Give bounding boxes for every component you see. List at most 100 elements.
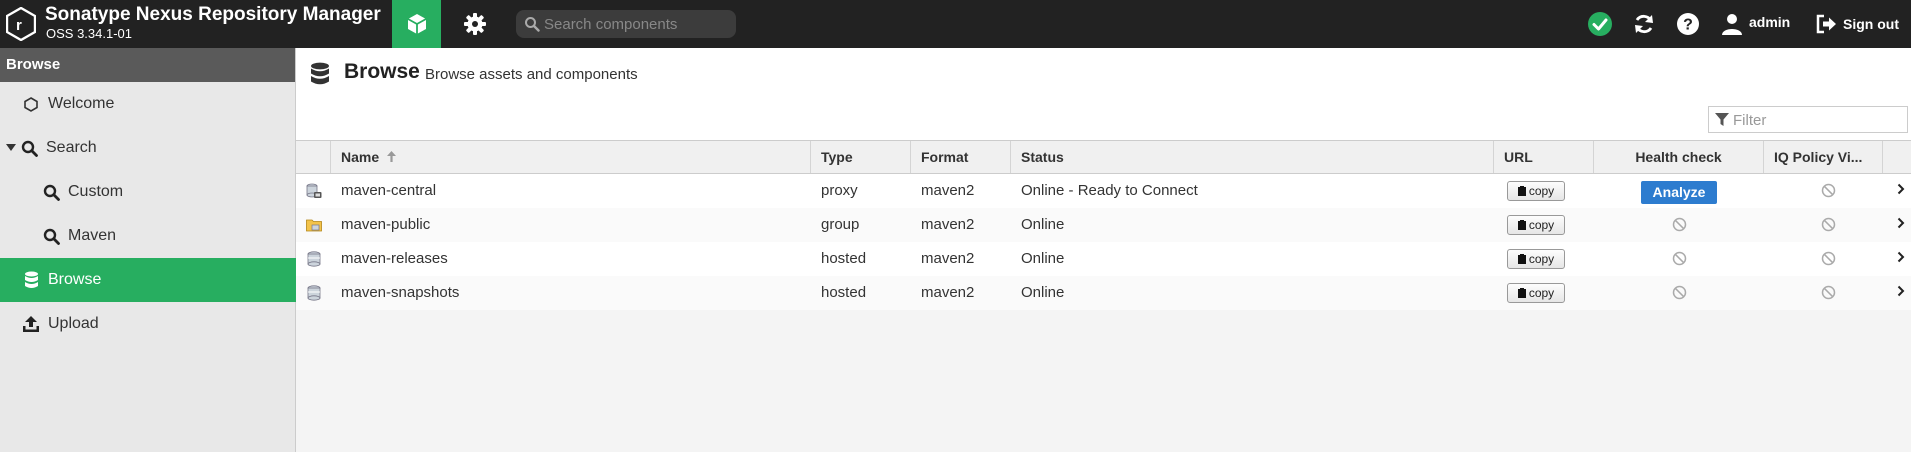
copy-url-button[interactable]: copy bbox=[1507, 249, 1565, 269]
repository-format: maven2 bbox=[921, 216, 975, 233]
copy-url-button[interactable]: copy bbox=[1507, 181, 1565, 201]
signout-button[interactable]: Sign out bbox=[1815, 10, 1899, 38]
table-row[interactable]: maven-public group maven2 Online copy bbox=[296, 208, 1911, 242]
not-available-icon bbox=[1821, 183, 1836, 198]
browse-mode-button[interactable] bbox=[392, 0, 441, 48]
sidebar-title: Browse bbox=[0, 48, 295, 82]
column-header-label: Health check bbox=[1635, 149, 1722, 165]
search-icon bbox=[20, 139, 38, 157]
help-button[interactable]: ? bbox=[1674, 10, 1702, 38]
column-header-label: Status bbox=[1021, 149, 1064, 165]
copy-label: copy bbox=[1528, 252, 1555, 266]
main-panel: Browse Browse assets and components Name… bbox=[296, 48, 1911, 452]
sidebar-item-label: Custom bbox=[68, 183, 124, 200]
filter-box[interactable] bbox=[1708, 106, 1908, 133]
refresh-icon bbox=[1635, 14, 1653, 34]
search-input[interactable] bbox=[544, 14, 728, 34]
repository-format: maven2 bbox=[921, 182, 975, 199]
not-available-icon bbox=[1672, 217, 1687, 232]
database-icon bbox=[311, 62, 329, 85]
table-row[interactable]: maven-releases hosted maven2 Online copy bbox=[296, 242, 1911, 276]
repository-type: group bbox=[821, 216, 860, 233]
sidebar-item-label: Upload bbox=[48, 315, 99, 332]
chevron-right-icon[interactable] bbox=[1897, 183, 1905, 195]
repository-status: Online bbox=[1021, 250, 1065, 267]
repository-format: maven2 bbox=[921, 250, 975, 267]
sidebar-item-label: Browse bbox=[48, 271, 102, 288]
column-header-health-check[interactable]: Health check bbox=[1594, 141, 1764, 173]
sidebar-item-custom[interactable]: Custom bbox=[0, 170, 296, 214]
column-header-label: IQ Policy Vi... bbox=[1774, 149, 1863, 165]
refresh-button[interactable] bbox=[1630, 10, 1658, 38]
column-header-name[interactable]: Name bbox=[331, 141, 811, 173]
repositories-table: Name Type Format Status URL Health check… bbox=[296, 140, 1911, 310]
chevron-right-icon[interactable] bbox=[1897, 251, 1905, 263]
search-box[interactable] bbox=[516, 10, 736, 38]
copy-label: copy bbox=[1528, 286, 1555, 300]
sidebar-item-upload[interactable]: Upload bbox=[0, 302, 296, 346]
page-subtitle: Browse assets and components bbox=[425, 66, 638, 83]
signout-label: Sign out bbox=[1843, 16, 1899, 32]
panel-header: Browse Browse assets and components bbox=[296, 48, 1911, 140]
sidebar-item-label: Maven bbox=[68, 227, 117, 244]
clipboard-icon bbox=[1517, 254, 1526, 264]
system-status-icon[interactable] bbox=[1586, 10, 1614, 38]
column-header-url[interactable]: URL bbox=[1494, 141, 1594, 173]
svg-text:?: ? bbox=[1683, 17, 1693, 34]
repository-status: Online - Ready to Connect bbox=[1021, 182, 1198, 199]
table-row[interactable]: maven-snapshots hosted maven2 Online cop… bbox=[296, 276, 1911, 310]
analyze-button[interactable]: Analyze bbox=[1641, 181, 1717, 204]
clipboard-icon bbox=[1517, 288, 1526, 298]
not-available-icon bbox=[1672, 251, 1687, 266]
column-header-format[interactable]: Format bbox=[911, 141, 1011, 173]
clipboard-icon bbox=[1517, 186, 1526, 196]
repository-name: maven-releases bbox=[341, 250, 448, 267]
search-icon bbox=[525, 17, 540, 32]
not-available-icon bbox=[1672, 285, 1687, 300]
sidebar-item-maven[interactable]: Maven bbox=[0, 214, 296, 258]
repository-name: maven-public bbox=[341, 216, 431, 233]
repository-name: maven-snapshots bbox=[341, 284, 460, 301]
not-available-icon bbox=[1821, 217, 1836, 232]
not-available-icon bbox=[1821, 251, 1836, 266]
upload-icon bbox=[22, 315, 40, 333]
chevron-right-icon[interactable] bbox=[1897, 285, 1905, 297]
clipboard-icon bbox=[1517, 220, 1526, 230]
table-row[interactable]: maven-central proxy maven2 Online - Read… bbox=[296, 174, 1911, 208]
filter-icon bbox=[1715, 113, 1729, 126]
top-header: r Sonatype Nexus Repository Manager OSS … bbox=[0, 0, 1911, 48]
filter-input[interactable] bbox=[1733, 110, 1903, 130]
hosted-repository-icon bbox=[307, 251, 321, 267]
chevron-right-icon[interactable] bbox=[1897, 217, 1905, 229]
hosted-repository-icon bbox=[307, 285, 321, 301]
sidebar-item-welcome[interactable]: Welcome bbox=[0, 82, 296, 126]
icon-column-header bbox=[296, 141, 331, 173]
user-icon bbox=[1722, 14, 1742, 35]
app-version: OSS 3.34.1-01 bbox=[46, 26, 132, 41]
admin-mode-button[interactable] bbox=[450, 0, 499, 48]
sidebar-item-browse[interactable]: Browse bbox=[0, 258, 296, 302]
signout-icon bbox=[1816, 14, 1836, 34]
sidebar: Browse Welcome Search Custom Maven Brows… bbox=[0, 48, 296, 452]
column-header-status[interactable]: Status bbox=[1011, 141, 1494, 173]
copy-url-button[interactable]: copy bbox=[1507, 283, 1565, 303]
sort-ascending-icon bbox=[387, 151, 397, 162]
copy-url-button[interactable]: copy bbox=[1507, 215, 1565, 235]
search-icon bbox=[42, 183, 60, 201]
check-circle-icon bbox=[1588, 12, 1612, 36]
repository-status: Online bbox=[1021, 216, 1065, 233]
repository-type: hosted bbox=[821, 250, 867, 267]
column-header-iq-policy[interactable]: IQ Policy Vi... bbox=[1764, 141, 1883, 173]
sidebar-item-label: Welcome bbox=[48, 95, 115, 112]
database-icon bbox=[22, 271, 40, 289]
user-button[interactable] bbox=[1718, 10, 1746, 38]
copy-label: copy bbox=[1528, 184, 1555, 198]
column-header-label: Format bbox=[921, 149, 969, 165]
nexus-logo-icon[interactable]: r bbox=[6, 7, 36, 41]
column-header-type[interactable]: Type bbox=[811, 141, 911, 173]
caret-down-icon[interactable] bbox=[6, 144, 16, 152]
not-available-icon bbox=[1821, 285, 1836, 300]
repository-type: proxy bbox=[821, 182, 858, 199]
user-name[interactable]: admin bbox=[1749, 14, 1790, 30]
sidebar-item-search[interactable]: Search bbox=[0, 126, 296, 170]
